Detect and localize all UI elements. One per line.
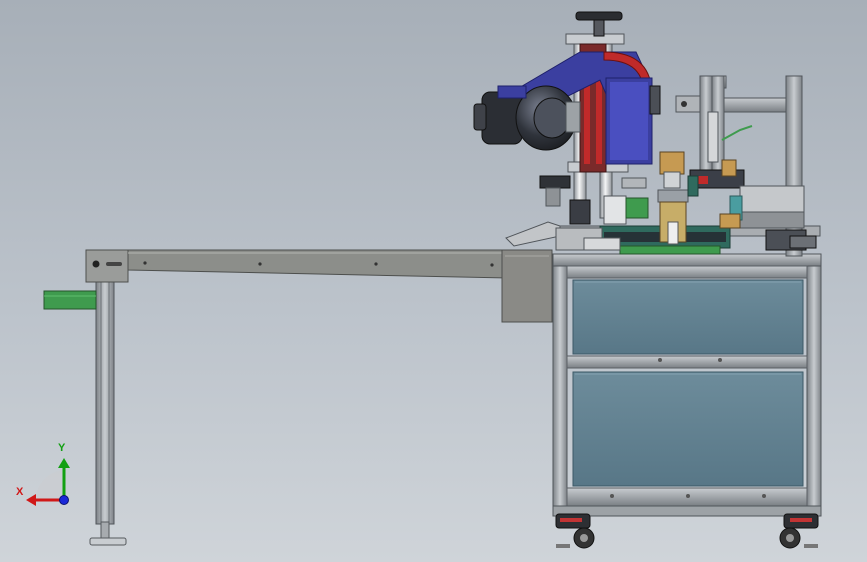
z-axis-dot-icon	[59, 495, 69, 505]
triad-y-label: Y	[58, 442, 66, 454]
triad-plane-icon	[35, 470, 64, 500]
left-caster-wheel[interactable]	[555, 513, 595, 549]
cad-viewport[interactable]: X Y	[0, 0, 867, 562]
discharge-conveyor-arm[interactable]	[85, 249, 553, 323]
drive-motor[interactable]	[473, 85, 581, 151]
left-support-leg[interactable]	[89, 277, 127, 546]
main-frame-cabinet[interactable]	[552, 253, 822, 517]
x-arrow-icon	[26, 494, 36, 506]
turntable-bowl[interactable]	[719, 185, 817, 251]
right-caster-wheel[interactable]	[779, 513, 819, 549]
green-sensor-bracket[interactable]	[43, 290, 97, 310]
left-small-actuator[interactable]	[539, 175, 649, 219]
triad-x-label: X	[16, 486, 24, 498]
coordinate-triad	[26, 458, 70, 506]
machine-assembly-model[interactable]	[0, 0, 867, 562]
top-handwheel[interactable]	[575, 11, 623, 37]
y-arrow-icon	[58, 458, 70, 468]
